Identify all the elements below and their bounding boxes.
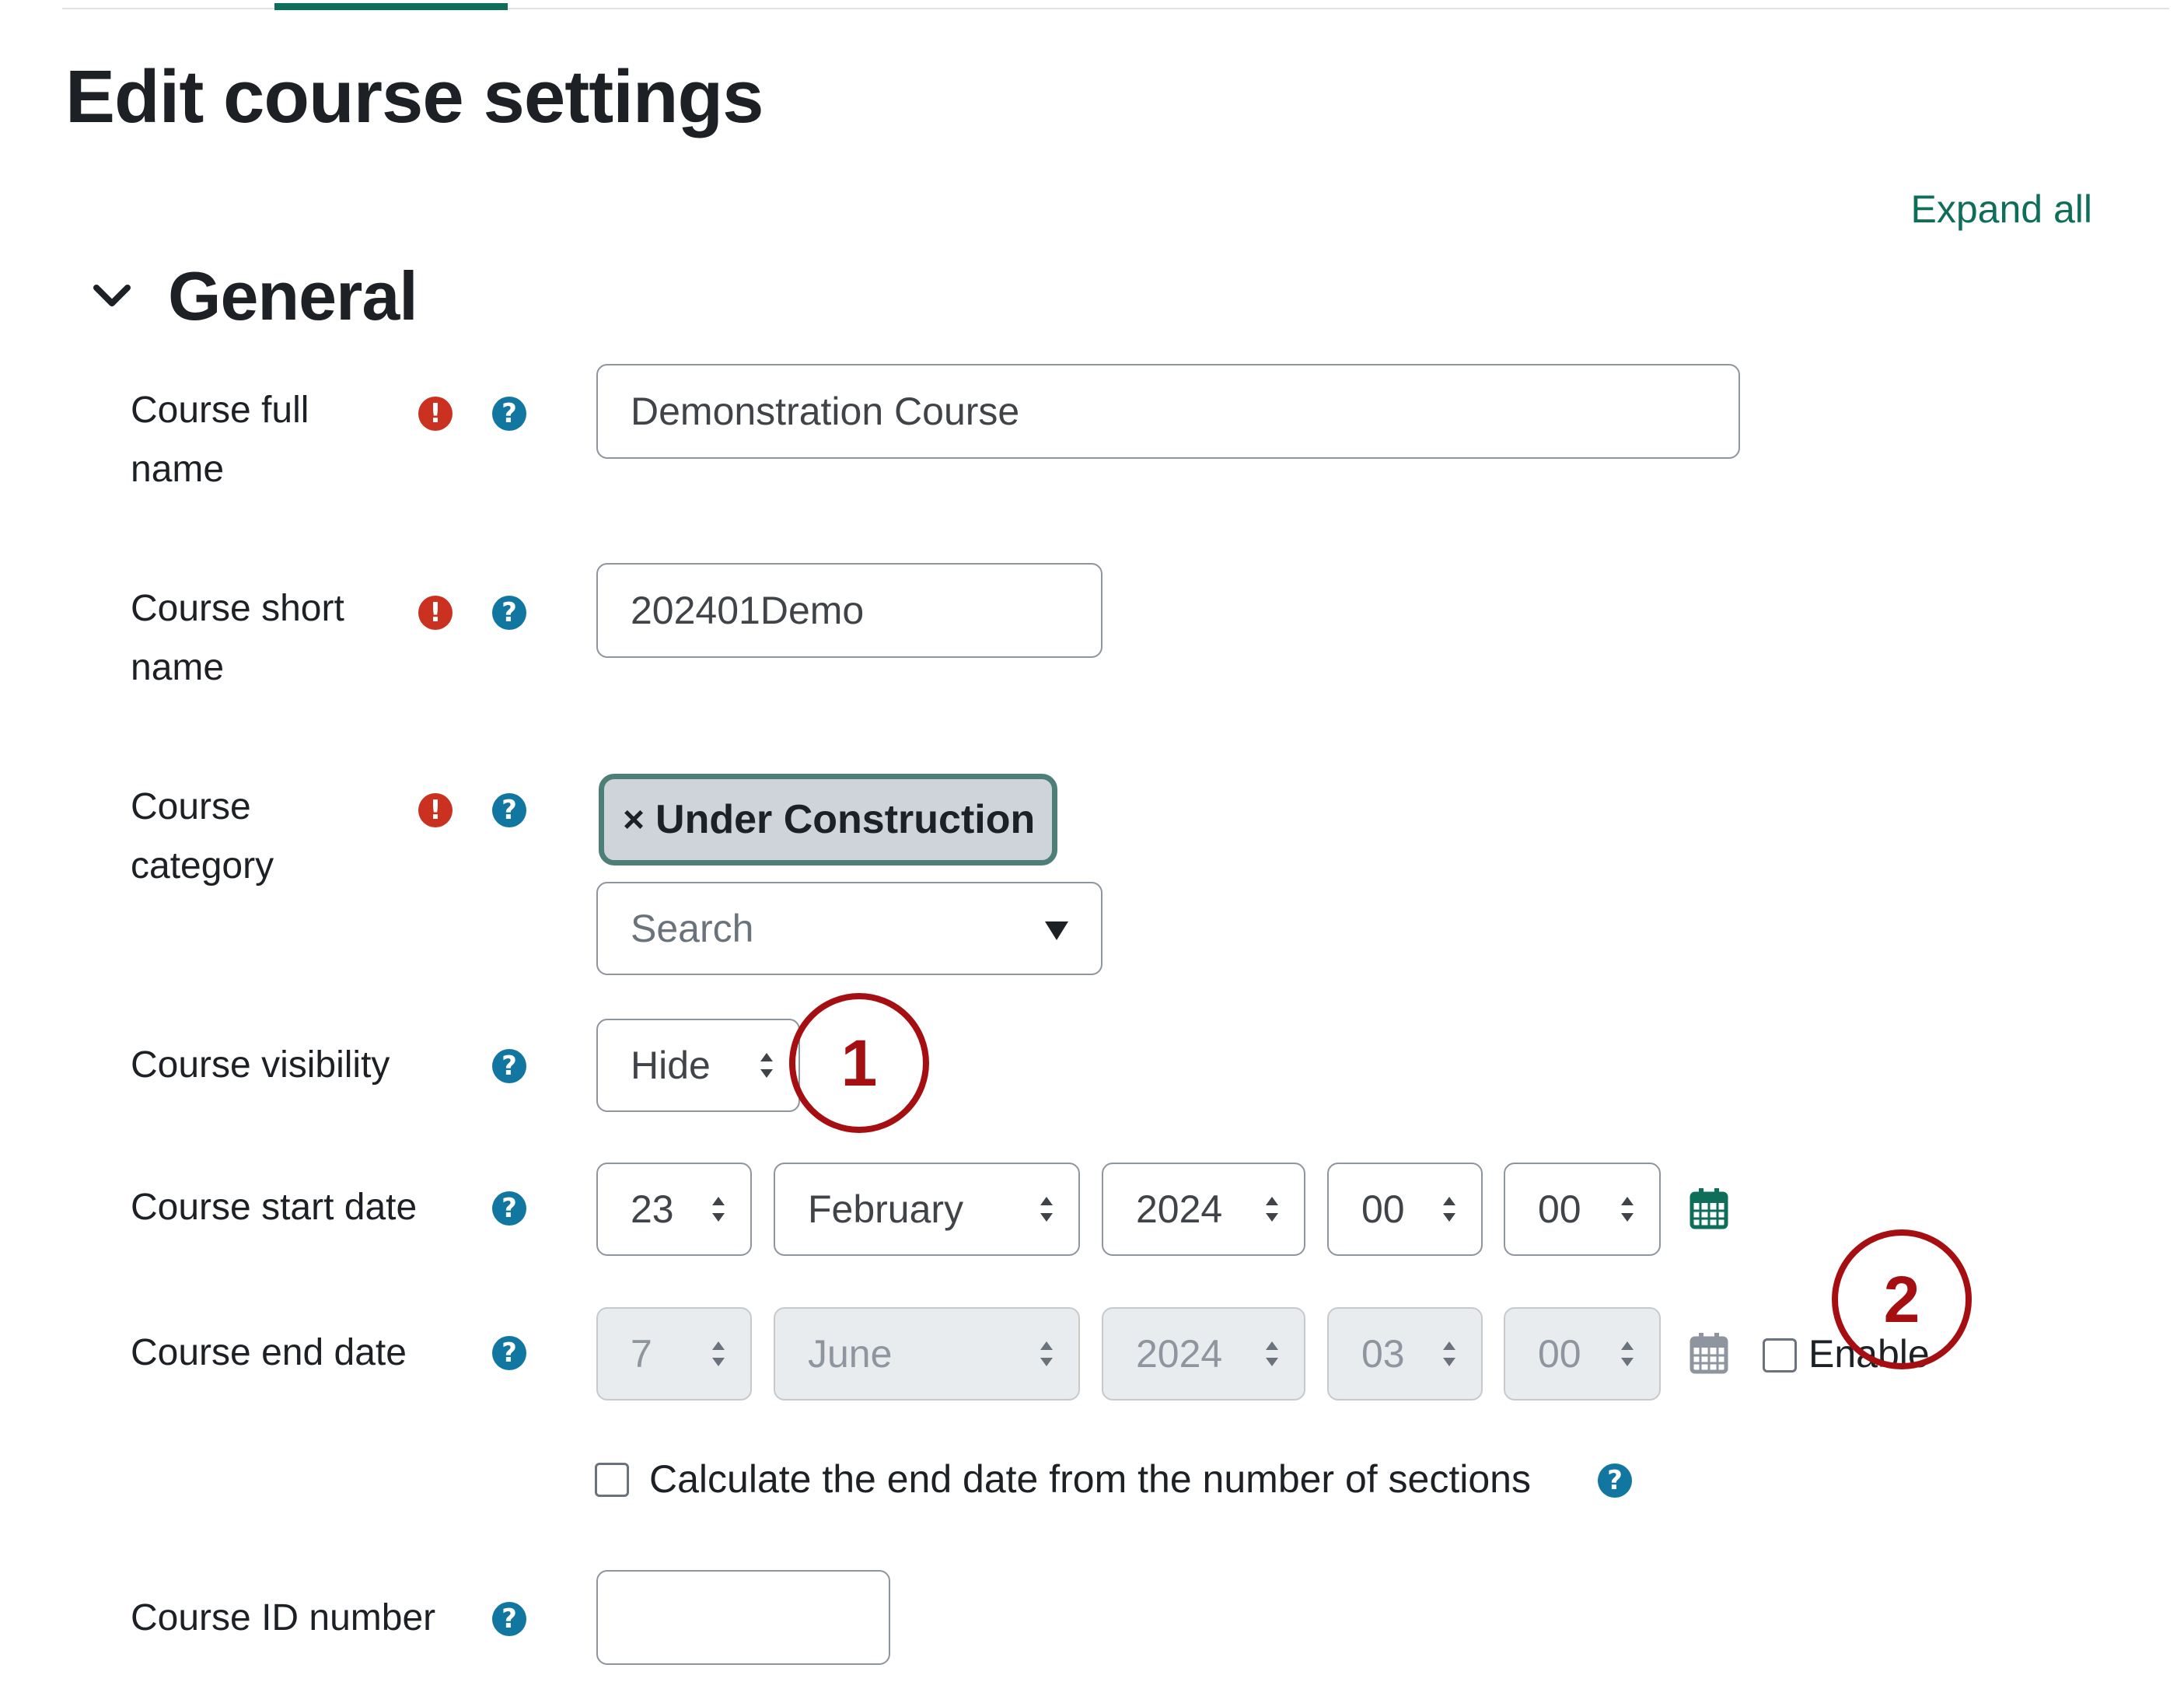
category-label-line1: Course	[131, 786, 251, 827]
select-arrows-icon	[1040, 1197, 1053, 1222]
start-day-select[interactable]: 23	[596, 1163, 752, 1256]
shortname-input[interactable]: 202401Demo	[596, 563, 1102, 658]
idnumber-input[interactable]	[596, 1570, 890, 1665]
start-minute-value: 00	[1538, 1187, 1581, 1231]
end-day-select[interactable]: 7	[596, 1307, 752, 1401]
callout-2: 2	[1832, 1229, 1972, 1369]
end-day-value: 7	[631, 1332, 652, 1376]
enddate-label: Course end date	[131, 1332, 407, 1373]
exclamation-icon[interactable]: !	[418, 596, 453, 630]
start-hour-select[interactable]: 00	[1327, 1163, 1483, 1256]
end-date-enable-checkbox[interactable]	[1763, 1338, 1797, 1373]
calendar-icon[interactable]	[1690, 1187, 1728, 1229]
start-year-value: 2024	[1136, 1187, 1223, 1231]
callout-1: 1	[789, 993, 929, 1133]
category-label-line2: category	[131, 845, 274, 886]
select-arrows-icon	[712, 1341, 725, 1366]
question-icon[interactable]: ?	[492, 1336, 526, 1370]
dropdown-triangle-icon[interactable]	[1043, 906, 1070, 951]
select-arrows-icon	[1621, 1197, 1634, 1222]
section-general-header[interactable]: General	[87, 257, 418, 336]
idnumber-label: Course ID number	[131, 1597, 436, 1638]
shortname-label-line2: name	[131, 647, 225, 688]
end-hour-select[interactable]: 03	[1327, 1307, 1483, 1401]
calc-end-date-checkbox[interactable]	[595, 1463, 629, 1497]
end-year-select[interactable]: 2024	[1102, 1307, 1305, 1401]
select-arrows-icon	[1621, 1341, 1634, 1366]
fullname-input[interactable]: Demonstration Course	[596, 364, 1740, 459]
active-tab-indicator	[274, 3, 508, 10]
start-hour-value: 00	[1361, 1187, 1405, 1231]
calendar-icon[interactable]	[1690, 1332, 1728, 1374]
exclamation-icon[interactable]: !	[418, 397, 453, 431]
end-minute-select[interactable]: 00	[1504, 1307, 1661, 1401]
exclamation-icon[interactable]: !	[418, 793, 453, 827]
startdate-label: Course start date	[131, 1187, 418, 1228]
select-arrows-icon	[1040, 1341, 1053, 1366]
start-day-value: 23	[631, 1187, 674, 1231]
question-icon[interactable]: ?	[492, 793, 526, 827]
end-hour-value: 03	[1361, 1332, 1405, 1376]
calc-end-date-label: Calculate the end date from the number o…	[649, 1457, 1531, 1501]
fullname-label-line2: name	[131, 449, 225, 490]
question-icon[interactable]: ?	[492, 1049, 526, 1083]
page-title: Edit course settings	[65, 55, 764, 138]
start-month-value: February	[808, 1187, 964, 1231]
select-arrows-icon	[1443, 1197, 1455, 1222]
visibility-select[interactable]: Hide	[596, 1019, 800, 1112]
category-tag[interactable]: × Under Construction	[599, 774, 1057, 865]
select-arrows-icon	[1266, 1197, 1278, 1222]
question-icon[interactable]: ?	[492, 1191, 526, 1226]
question-icon[interactable]: ?	[492, 1602, 526, 1636]
start-minute-select[interactable]: 00	[1504, 1163, 1661, 1256]
question-icon[interactable]: ?	[492, 397, 526, 431]
select-arrows-icon	[712, 1197, 725, 1222]
start-month-select[interactable]: February	[774, 1163, 1080, 1256]
fullname-label-line1: Course full	[131, 390, 309, 431]
section-title: General	[168, 257, 418, 334]
expand-all-link[interactable]: Expand all	[1911, 187, 2093, 232]
select-arrows-icon	[760, 1053, 773, 1078]
chevron-down-icon[interactable]	[87, 271, 137, 321]
end-month-value: June	[808, 1332, 893, 1376]
select-arrows-icon	[1443, 1341, 1455, 1366]
shortname-label-line1: Course short	[131, 588, 344, 629]
category-search-input[interactable]: Search	[596, 882, 1102, 975]
start-year-select[interactable]: 2024	[1102, 1163, 1305, 1256]
question-icon[interactable]: ?	[492, 596, 526, 630]
question-icon[interactable]: ?	[1598, 1463, 1632, 1498]
shortname-label: Course short name	[131, 579, 344, 698]
fullname-label: Course full name	[131, 381, 309, 499]
end-month-select[interactable]: June	[774, 1307, 1080, 1401]
visibility-value: Hide	[631, 1044, 711, 1087]
visibility-label: Course visibility	[131, 1044, 390, 1086]
end-year-value: 2024	[1136, 1332, 1223, 1376]
category-label: Course category	[131, 778, 274, 896]
select-arrows-icon	[1266, 1341, 1278, 1366]
end-minute-value: 00	[1538, 1332, 1581, 1376]
remove-tag-icon[interactable]: ×	[623, 799, 645, 841]
edit-course-page: Edit course settings Expand all General …	[0, 0, 2184, 1696]
category-search-placeholder: Search	[631, 907, 754, 950]
category-tag-label: Under Construction	[655, 797, 1036, 842]
